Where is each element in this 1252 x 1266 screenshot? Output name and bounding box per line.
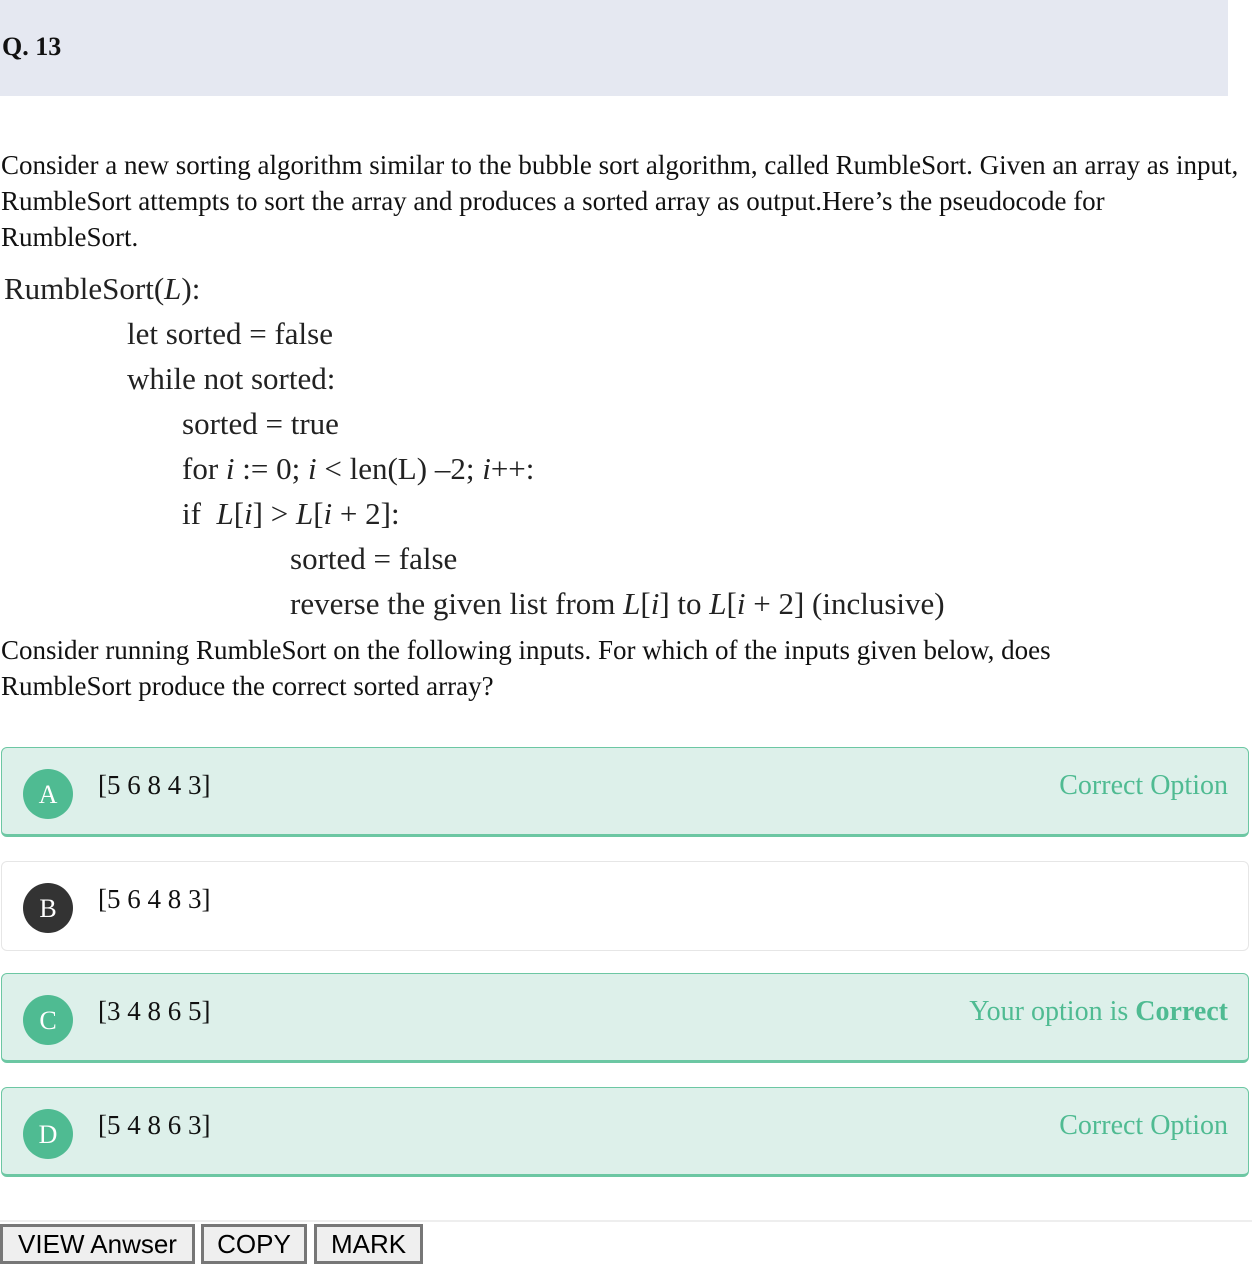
code-token: i xyxy=(225,451,235,486)
option-text: [5 6 4 8 3] xyxy=(98,884,211,914)
code-token: RumbleSort( xyxy=(4,271,165,306)
code-token: [ xyxy=(313,496,324,531)
option-letter-badge: A xyxy=(23,769,73,819)
pseudocode-line: reverse the given list from L[i] to L[i … xyxy=(0,581,945,626)
question-number: Q. 13 xyxy=(2,32,62,61)
mark-button[interactable]: MARK xyxy=(314,1224,423,1264)
correct-option-label: Correct Option xyxy=(1059,770,1228,801)
code-token: L xyxy=(709,586,727,621)
code-token: i xyxy=(323,496,333,531)
code-token: i xyxy=(244,496,253,531)
label-prefix: Your option is xyxy=(969,996,1136,1027)
code-token: ): xyxy=(181,271,201,306)
option-text: [5 6 8 4 3] xyxy=(98,770,211,800)
code-token: i xyxy=(308,451,317,486)
correct-option-label: Correct Option xyxy=(1059,1110,1228,1141)
option-text: [3 4 8 6 5] xyxy=(98,996,211,1026)
code-token: if xyxy=(182,496,217,531)
code-token: for xyxy=(182,451,226,486)
code-token: i xyxy=(736,586,746,621)
divider xyxy=(0,1220,1252,1222)
pseudocode-line: sorted = false xyxy=(0,536,945,581)
view-answer-button[interactable]: VIEW Anwser xyxy=(0,1224,195,1264)
option-letter-badge: B xyxy=(23,883,73,933)
pseudocode-line: for i := 0; i < len(L) –2; i++: xyxy=(0,446,945,491)
question-header: Q. 13 xyxy=(0,0,1228,96)
code-token: [ xyxy=(233,496,245,531)
code-token: ] to xyxy=(659,586,710,621)
code-token: := 0; xyxy=(234,451,308,486)
option-c[interactable]: C [3 4 8 6 5] Your option is Correct xyxy=(1,973,1249,1063)
code-token: + 2] (inclusive) xyxy=(745,586,945,621)
code-token: reverse the given list from xyxy=(290,586,624,621)
code-token: ] > xyxy=(252,496,296,531)
question-prompt: Consider running RumbleSort on the follo… xyxy=(1,635,1051,701)
code-token: L xyxy=(216,496,234,531)
pseudocode-line: RumbleSort(L): xyxy=(0,266,945,311)
code-token: let sorted = false xyxy=(127,316,333,351)
your-option-correct-label: Your option is Correct xyxy=(969,996,1228,1028)
code-token: ++: xyxy=(490,451,535,486)
question-intro: Consider a new sorting algorithm similar… xyxy=(1,150,1239,252)
label-strong: Correct xyxy=(1135,996,1228,1027)
code-token: while not sorted: xyxy=(127,361,336,396)
code-token: sorted = true xyxy=(182,406,339,441)
code-token: i xyxy=(482,451,491,486)
pseudocode-line: while not sorted: xyxy=(0,356,945,401)
option-letter-badge: D xyxy=(23,1109,73,1159)
code-token: [ xyxy=(726,586,737,621)
code-token: sorted = false xyxy=(290,541,458,576)
copy-button[interactable]: COPY xyxy=(201,1224,307,1264)
code-token: < len(L) –2; xyxy=(316,451,483,486)
code-token: L xyxy=(164,271,182,306)
option-b[interactable]: B [5 6 4 8 3] xyxy=(1,861,1249,951)
option-a[interactable]: A [5 6 8 4 3] Correct Option xyxy=(1,747,1249,837)
code-token: L xyxy=(295,496,314,531)
pseudocode-line: sorted = true xyxy=(0,401,945,446)
code-token: + 2]: xyxy=(332,496,400,531)
pseudocode-line: let sorted = false xyxy=(0,311,945,356)
option-text: [5 4 8 6 3] xyxy=(98,1110,211,1140)
code-token: L xyxy=(623,586,641,621)
code-token: [ xyxy=(640,586,651,621)
pseudocode-block: RumbleSort(L): let sorted = false while no… xyxy=(0,266,945,626)
option-d[interactable]: D [5 4 8 6 3] Correct Option xyxy=(1,1087,1249,1177)
option-letter-badge: C xyxy=(23,995,73,1045)
pseudocode-line: if L[i] > L[i + 2]: xyxy=(0,491,945,536)
